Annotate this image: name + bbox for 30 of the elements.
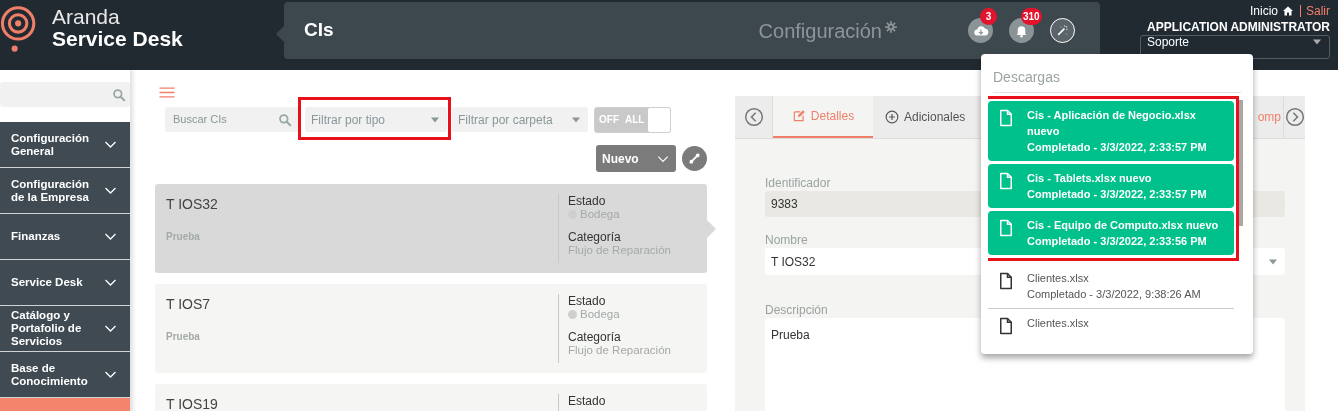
page-title: CIs xyxy=(304,18,334,43)
field-label: Estado xyxy=(568,294,607,308)
file-name: Clientes.xlsx xyxy=(1027,271,1090,286)
card-title: T IOS7 xyxy=(166,295,212,314)
file-name: Clientes.xlsx xyxy=(1027,316,1089,331)
logo-text: Aranda xyxy=(52,6,121,27)
file-name: Cis - Aplicación de Negocio.xlsx nuevo xyxy=(1027,108,1197,139)
section-title: Configuración xyxy=(758,18,882,44)
download-status: Completado - 3/3/2022, 9:38:26 AM xyxy=(1027,287,1201,302)
download-status: Completado - 3/3/2022, 2:33:57 PM xyxy=(1027,140,1208,155)
field-value: Flujo de Reparación xyxy=(568,344,672,357)
field-label: Identificador xyxy=(765,176,831,190)
field-label: Nombre xyxy=(765,233,808,247)
card-description: Prueba xyxy=(166,330,201,344)
file-name: Cis - Tablets.xlsx nuevo xyxy=(1027,171,1153,186)
download-status: Completado - 3/3/2022, 2:33:57 PM xyxy=(1027,187,1207,202)
card-title: T IOS19 xyxy=(166,395,219,411)
user-name: APPLICATION ADMINISTRATOR xyxy=(1147,20,1330,34)
file-name: Cis - Equipo de Computo.xlsx nuevo xyxy=(1027,218,1219,233)
field-label: Categoría xyxy=(568,330,622,344)
count-badge: 3 xyxy=(980,8,997,25)
field-label: Categoría xyxy=(568,230,622,244)
download-status: Completado - 3/3/2022, 2:33:56 PM xyxy=(1027,234,1208,249)
logo-text: Service Desk xyxy=(52,28,183,49)
field-label: Estado xyxy=(568,394,607,408)
field-label: Descripción xyxy=(765,303,828,317)
count-badge: 310 xyxy=(1021,8,1042,25)
card-title: T IOS32 xyxy=(166,195,219,214)
field-label: Estado xyxy=(568,194,607,208)
popup-title: Descargas xyxy=(993,68,1061,87)
